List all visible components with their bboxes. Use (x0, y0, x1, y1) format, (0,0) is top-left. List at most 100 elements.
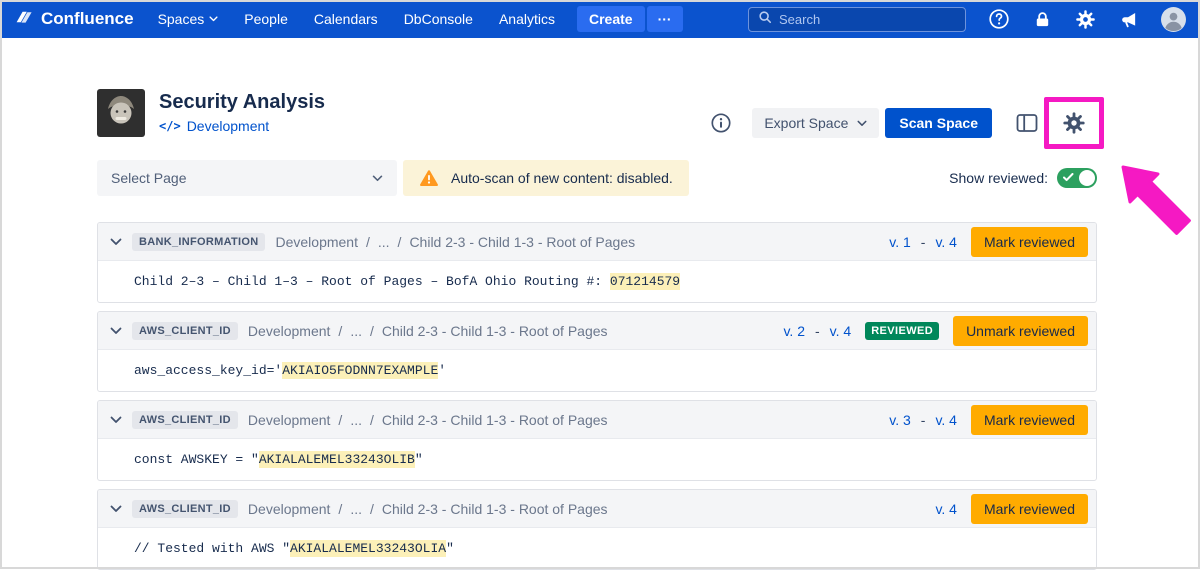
version-to-link[interactable]: v. 4 (935, 234, 957, 250)
nav-item-calendars[interactable]: Calendars (314, 11, 378, 27)
breadcrumb-separator: / (338, 501, 342, 517)
search-icon (758, 10, 772, 29)
version-from-link[interactable]: v. 3 (889, 412, 911, 428)
finding-header[interactable]: AWS_CLIENT_ID Development / ... / Child … (98, 312, 1096, 350)
match-highlight: AKIAIO5FODNN7EXAMPLE (282, 362, 438, 379)
help-button[interactable] (988, 8, 1010, 30)
annotation-highlight-box (1044, 97, 1104, 149)
breadcrumb-separator: / (338, 412, 342, 428)
page-title: Security Analysis (159, 89, 325, 115)
unmark-reviewed-button[interactable]: Unmark reviewed (953, 316, 1088, 346)
space-settings-button[interactable] (1062, 111, 1086, 135)
chevron-down-icon[interactable] (110, 327, 122, 335)
admin-lock-button[interactable] (1033, 10, 1052, 29)
mark-reviewed-button[interactable]: Mark reviewed (971, 494, 1088, 524)
breadcrumb: Development / ... / Child 2-3 - Child 1-… (248, 323, 608, 339)
space-title-wrap: Security Analysis </> Development (97, 89, 325, 142)
avatar-icon (1161, 7, 1186, 32)
announcements-button[interactable] (1119, 10, 1138, 29)
finding-item: AWS_CLIENT_ID Development / ... / Child … (97, 489, 1097, 570)
more-menu-button[interactable]: ··· (647, 6, 683, 32)
autoscan-warning-banner: Auto-scan of new content: disabled. (403, 160, 689, 196)
search-input[interactable] (779, 12, 956, 27)
scan-space-button[interactable]: Scan Space (885, 108, 992, 138)
space-home-link[interactable]: Development (187, 118, 270, 134)
mark-reviewed-button[interactable]: Mark reviewed (971, 227, 1088, 257)
chevron-down-icon[interactable] (110, 416, 122, 424)
finding-snippet: // Tested with AWS "AKIALALEMEL33243OLIA… (98, 528, 1096, 569)
breadcrumb-ellipsis[interactable]: ... (350, 412, 362, 428)
search-box[interactable] (748, 7, 966, 32)
nav-item-dbconsole[interactable]: DbConsole (404, 11, 473, 27)
breadcrumb-page: Child 2-3 - Child 1-3 - Root of Pages (382, 412, 608, 428)
findings-list: BANK_INFORMATION Development / ... / Chi… (97, 222, 1097, 570)
top-navbar: Confluence Spaces People Calendars DbCon… (0, 0, 1200, 38)
finding-item: AWS_CLIENT_ID Development / ... / Child … (97, 311, 1097, 392)
confluence-logo-icon (14, 7, 34, 32)
breadcrumb-ellipsis[interactable]: ... (350, 323, 362, 339)
info-button[interactable] (710, 112, 732, 134)
breadcrumb-ellipsis[interactable]: ... (378, 234, 390, 250)
sidebar-view-button[interactable] (1016, 113, 1038, 133)
finding-snippet: const AWSKEY = "AKIALALEMEL33243OLIB" (98, 439, 1096, 480)
nav-item-spaces[interactable]: Spaces (158, 11, 219, 27)
nav-links: Spaces People Calendars DbConsole Analyt… (158, 11, 555, 27)
breadcrumb: Development / ... / Child 2-3 - Child 1-… (248, 412, 608, 428)
breadcrumb-separator: / (338, 323, 342, 339)
export-space-button[interactable]: Export Space (752, 108, 879, 138)
select-page-dropdown[interactable]: Select Page (97, 160, 397, 196)
show-reviewed-control: Show reviewed: (949, 168, 1097, 188)
version-from-link[interactable]: v. 2 (783, 323, 805, 339)
settings-button[interactable] (1075, 9, 1096, 30)
finding-header[interactable]: BANK_INFORMATION Development / ... / Chi… (98, 223, 1096, 261)
chevron-down-icon (857, 120, 867, 127)
gear-icon (1062, 111, 1086, 135)
breadcrumb-ellipsis[interactable]: ... (350, 501, 362, 517)
mark-reviewed-button[interactable]: Mark reviewed (971, 405, 1088, 435)
sidebar-panel-icon (1016, 113, 1038, 133)
nav-icons (988, 7, 1186, 32)
breadcrumb-page: Child 2-3 - Child 1-3 - Root of Pages (382, 501, 608, 517)
finding-header[interactable]: AWS_CLIENT_ID Development / ... / Child … (98, 490, 1096, 528)
header-actions: Export Space Scan Space (710, 97, 1104, 149)
version-separator: - (815, 323, 820, 339)
finding-snippet: aws_access_key_id='AKIAIO5FODNN7EXAMPLE' (98, 350, 1096, 391)
breadcrumb-page: Child 2-3 - Child 1-3 - Root of Pages (382, 323, 608, 339)
version-separator: - (921, 412, 926, 428)
breadcrumb-space-link[interactable]: Development (248, 412, 331, 428)
nav-item-analytics[interactable]: Analytics (499, 11, 555, 27)
breadcrumb: Development / ... / Child 2-3 - Child 1-… (275, 234, 635, 250)
breadcrumb-separator: / (370, 323, 374, 339)
finding-type-badge: AWS_CLIENT_ID (132, 411, 238, 429)
finding-header[interactable]: AWS_CLIENT_ID Development / ... / Child … (98, 401, 1096, 439)
version-separator: - (921, 234, 926, 250)
breadcrumb-space-link[interactable]: Development (275, 234, 358, 250)
help-icon (988, 8, 1010, 30)
megaphone-icon (1119, 10, 1138, 29)
breadcrumb-space-link[interactable]: Development (248, 501, 331, 517)
confluence-brand[interactable]: Confluence (14, 7, 134, 32)
finding-type-badge: AWS_CLIENT_ID (132, 322, 238, 340)
lock-icon (1033, 10, 1052, 29)
chevron-down-icon (209, 16, 218, 22)
warning-text: Auto-scan of new content: disabled. (451, 170, 673, 186)
version-to-link[interactable]: v. 4 (830, 323, 852, 339)
version-to-link[interactable]: v. 4 (935, 501, 957, 517)
space-avatar[interactable] (97, 89, 145, 142)
nav-item-people[interactable]: People (244, 11, 288, 27)
create-button[interactable]: Create (577, 6, 645, 32)
code-icon: </> (159, 119, 181, 133)
version-to-link[interactable]: v. 4 (935, 412, 957, 428)
info-icon (710, 112, 732, 134)
gear-icon (1075, 9, 1096, 30)
version-from-link[interactable]: v. 1 (889, 234, 911, 250)
user-avatar[interactable] (1161, 7, 1186, 32)
show-reviewed-toggle[interactable] (1057, 168, 1097, 188)
chevron-down-icon[interactable] (110, 505, 122, 513)
breadcrumb-separator: / (398, 234, 402, 250)
chevron-down-icon[interactable] (110, 238, 122, 246)
breadcrumb-space-link[interactable]: Development (248, 323, 331, 339)
match-highlight: AKIALALEMEL33243OLIB (259, 451, 415, 468)
finding-snippet: Child 2–3 – Child 1–3 – Root of Pages – … (98, 261, 1096, 302)
finding-item: BANK_INFORMATION Development / ... / Chi… (97, 222, 1097, 303)
